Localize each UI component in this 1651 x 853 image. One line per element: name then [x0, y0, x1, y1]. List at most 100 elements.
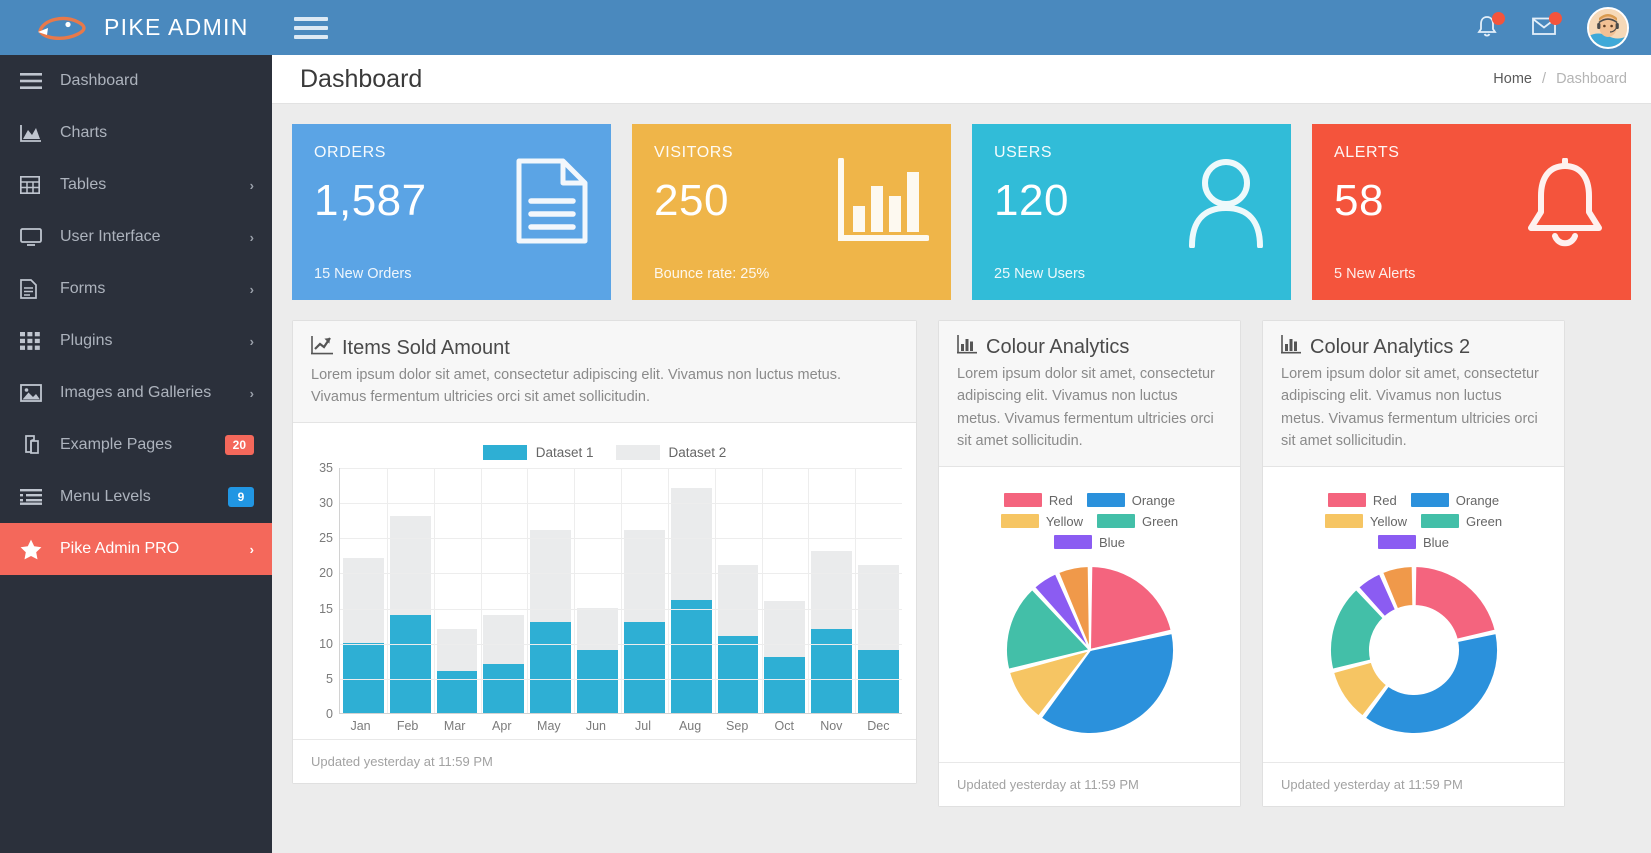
sidebar-item-images-and-galleries[interactable]: Images and Galleries › — [0, 367, 272, 419]
bar-segment-dataset-2 — [343, 558, 384, 643]
bar-segment-dataset-1 — [436, 670, 478, 713]
page-title: Dashboard — [300, 64, 423, 93]
sidebar-item-charts[interactable]: Charts — [0, 107, 272, 159]
sidebar-item-plugins[interactable]: Plugins › — [0, 315, 272, 367]
grid-line — [855, 467, 857, 713]
x-axis-label: Nov — [820, 718, 843, 733]
panel-footer: Updated yesterday at 11:59 PM — [939, 761, 1240, 806]
legend-item-dataset-2[interactable]: Dataset 2 — [615, 444, 726, 460]
breadcrumb-current: Dashboard — [1556, 71, 1627, 87]
grid-line — [527, 467, 529, 713]
stat-card-users[interactable]: USERS 120 25 New Users — [972, 124, 1291, 300]
bar-chart-y-axis: 0 5 10 15 20 25 30 35 — [309, 461, 339, 721]
brand-header[interactable]: PIKE ADMIN — [0, 0, 272, 55]
legend-item-orange[interactable]: Orange — [1086, 493, 1175, 508]
legend-item-red[interactable]: Red — [1003, 493, 1073, 508]
legend-item-red[interactable]: Red — [1327, 492, 1397, 508]
panel-header: Colour Analytics 2 Lorem ipsum dolor sit… — [1263, 321, 1564, 467]
bar-column[interactable] — [808, 468, 855, 713]
bar-segment-dataset-2 — [717, 565, 759, 636]
stat-sub: 25 New Users — [994, 266, 1086, 282]
envelope-icon[interactable] — [1530, 11, 1562, 43]
stat-card-visitors[interactable]: VISITORS 250 Bounce rate: 25% — [632, 124, 951, 300]
brand-title: PIKE ADMIN — [104, 14, 249, 40]
y-axis-tick: 10 — [319, 636, 333, 651]
sidebar-item-dashboard[interactable]: Dashboard — [0, 55, 272, 107]
panel-footer: Updated yesterday at 11:59 PM — [293, 738, 916, 783]
sidebar-item-menu-levels[interactable]: Menu Levels 9 — [0, 471, 272, 523]
grid-line — [808, 467, 810, 713]
legend-item-green[interactable]: Green — [1096, 514, 1178, 529]
bar-column[interactable] — [387, 468, 434, 713]
breadcrumb-home[interactable]: Home — [1493, 71, 1532, 87]
bar-column[interactable] — [480, 468, 527, 713]
legend-item-blue[interactable]: Blue — [1377, 534, 1450, 550]
stat-card-orders[interactable]: ORDERS 1,587 15 New Orders — [292, 124, 611, 300]
sidebar-item-pike-admin-pro[interactable]: Pike Admin PRO › — [0, 523, 272, 575]
person-icon — [1183, 158, 1269, 253]
doughnut-chart-area — [1277, 556, 1550, 756]
bar-column[interactable] — [761, 468, 808, 713]
topbar — [272, 0, 1651, 55]
bar-column[interactable] — [527, 468, 574, 713]
panel-description: Lorem ipsum dolor sit amet, consectetur … — [311, 367, 842, 406]
grid-line — [574, 467, 576, 713]
legend-swatch — [615, 444, 660, 460]
admin-dashboard: PIKE ADMIN Dashboard Charts Tables › Use… — [0, 0, 1651, 853]
legend-item-blue[interactable]: Blue — [1053, 534, 1126, 550]
sidebar-item-user-interface[interactable]: User Interface › — [0, 211, 272, 263]
legend-item-dataset-1[interactable]: Dataset 1 — [482, 444, 594, 460]
bar-column[interactable] — [340, 468, 387, 713]
doughnut-chart-legend: Red Orange Yellow Green Blue — [1277, 479, 1550, 556]
y-axis-tick: 20 — [319, 566, 333, 581]
legend-item-orange[interactable]: Orange — [1410, 492, 1500, 508]
page-header: Dashboard Home / Dashboard — [272, 55, 1651, 104]
star-icon — [20, 539, 60, 560]
sidebar-item-tables[interactable]: Tables › — [0, 159, 272, 211]
hamburger-icon[interactable] — [294, 15, 328, 41]
panel-description: Lorem ipsum dolor sit amet, consectetur … — [957, 366, 1215, 450]
stat-card-alerts[interactable]: ALERTS 58 5 New Alerts — [1312, 124, 1631, 300]
legend-item-yellow[interactable]: Yellow — [1000, 514, 1083, 529]
legend-label: Orange — [1455, 492, 1500, 508]
legend-label: Dataset 1 — [535, 444, 594, 460]
document-icon — [515, 158, 589, 249]
sidebar-item-example-pages[interactable]: Example Pages 20 — [0, 419, 272, 471]
avatar[interactable] — [1587, 6, 1629, 49]
legend-swatch — [1410, 493, 1449, 508]
legend-item-green[interactable]: Green — [1420, 514, 1502, 529]
bar-column[interactable] — [855, 468, 902, 713]
stat-sub: 5 New Alerts — [1334, 266, 1416, 282]
bar-column[interactable] — [668, 468, 715, 713]
panel-colour-analytics-2: Colour Analytics 2 Lorem ipsum dolor sit… — [1262, 320, 1565, 807]
panel-colour-analytics: Colour Analytics Lorem ipsum dolor sit a… — [938, 320, 1241, 807]
legend-swatch — [1324, 514, 1363, 529]
legend-swatch — [1420, 514, 1459, 529]
x-axis-label: Jan — [350, 718, 371, 733]
bar-column[interactable] — [574, 468, 621, 713]
bar-chart-legend: Dataset 1 Dataset 2 — [307, 435, 902, 468]
bar-chart: 0 5 10 15 20 25 30 35 — [307, 461, 902, 721]
doughnut-chart[interactable] — [1325, 561, 1503, 739]
main-area: Dashboard Home / Dashboard ORDERS 1,587 … — [272, 0, 1651, 853]
legend-label: Blue — [1422, 534, 1450, 550]
bar-column[interactable] — [715, 468, 762, 713]
pie-chart-legend: Red Orange Yellow Green Blue — [953, 479, 1226, 556]
grid-line — [667, 467, 669, 713]
bar-segment-dataset-1 — [858, 649, 899, 713]
breadcrumb-separator: / — [1542, 71, 1547, 87]
bar-column[interactable] — [434, 468, 481, 713]
bar-segment-dataset-1 — [764, 656, 806, 713]
legend-item-yellow[interactable]: Yellow — [1324, 514, 1407, 529]
sidebar-item-forms[interactable]: Forms › — [0, 263, 272, 315]
legend-label: Red — [1372, 492, 1397, 508]
pie-slice-red[interactable] — [1413, 564, 1497, 641]
pie-chart[interactable] — [1001, 561, 1179, 739]
panels: Items Sold Amount Lorem ipsum dolor sit … — [292, 320, 1631, 807]
bar-chart-icon — [837, 157, 930, 247]
bell-icon[interactable] — [1473, 11, 1505, 43]
bar-column[interactable] — [621, 468, 668, 713]
bar-chart-small-icon — [957, 335, 977, 360]
legend-label: Blue — [1098, 534, 1126, 550]
grid-line — [621, 467, 622, 713]
